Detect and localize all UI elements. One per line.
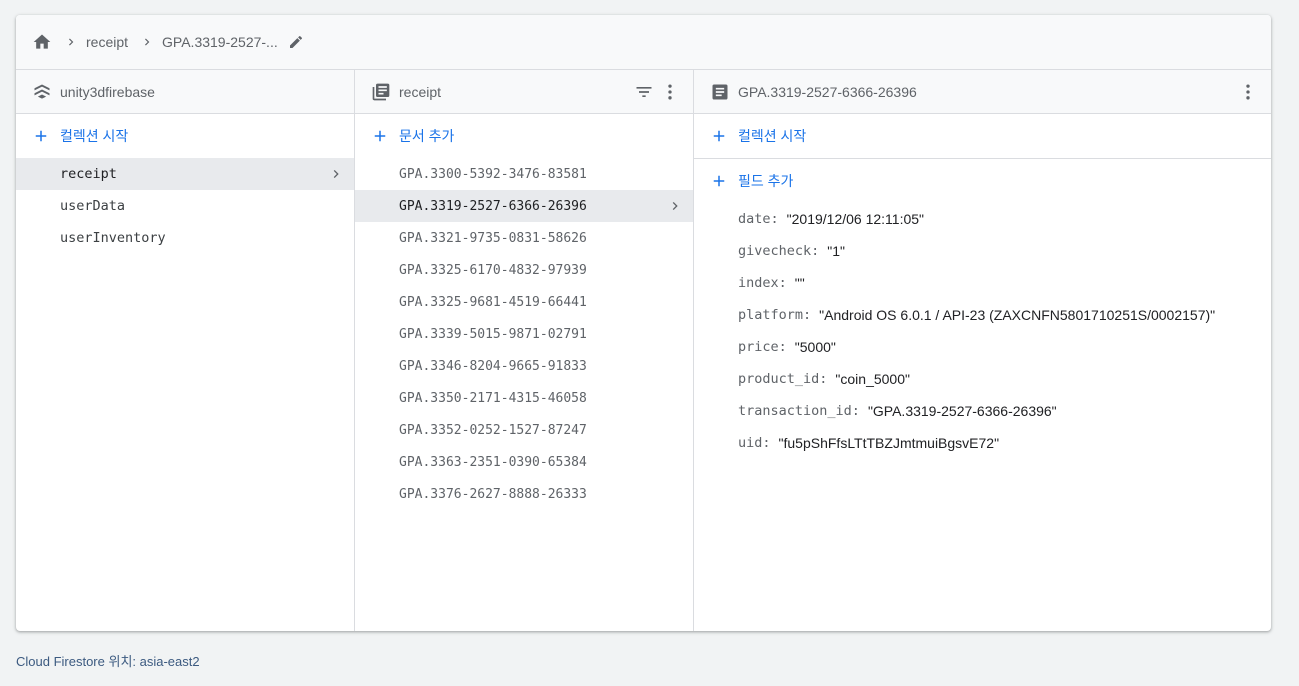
breadcrumb-item-collection[interactable]: receipt [86,34,128,50]
document-item[interactable]: GPA.3376-2627-8888-26333 [355,478,693,510]
document-id: GPA.3339-5015-9871-02791 [399,326,587,342]
project-column: unity3dfirebase 컬렉션 시작 receipt userData … [16,70,355,631]
field-row-platform[interactable]: platform: "Android OS 6.0.1 / API-23 (ZAX… [694,299,1271,331]
document-item[interactable]: GPA.3325-9681-4519-66441 [355,286,693,318]
add-field-label: 필드 추가 [738,173,794,189]
more-vert-icon[interactable] [659,81,681,103]
document-id: GPA.3350-2171-4315-46058 [399,390,587,406]
document-id: GPA.3325-6170-4832-97939 [399,262,587,278]
document-id: GPA.3300-5392-3476-83581 [399,166,587,182]
chevron-right-icon [667,198,683,214]
field-value: "GPA.3319-2527-6366-26396" [867,403,1057,419]
document-list: GPA.3300-5392-3476-83581 GPA.3319-2527-6… [355,158,693,510]
document-column: GPA.3319-2527-6366-26396 컬렉션 시작 필드 추가 da… [694,70,1271,631]
more-vert-icon[interactable] [1237,81,1259,103]
field-key: platform [738,307,804,323]
add-field-button[interactable]: 필드 추가 [694,159,1271,203]
document-id: GPA.3321-9735-0831-58626 [399,230,587,246]
document-item-selected[interactable]: GPA.3319-2527-6366-26396 [355,190,693,222]
field-value: "2019/12/06 12:11:05" [786,211,925,227]
document-title: GPA.3319-2527-6366-26396 [738,83,917,100]
project-title: unity3dfirebase [60,83,155,100]
field-key: index [738,275,779,291]
collection-item-label: userData [60,198,126,214]
chevron-right-icon [64,35,78,49]
document-icon [710,82,730,102]
collection-item-label: receipt [60,166,117,182]
collection-column: receipt 문서 추가 GPA.3300-5392-3476-83581 G… [355,70,694,631]
field-value: "1" [827,243,846,259]
field-row-product-id[interactable]: product_id: "coin_5000" [694,363,1271,395]
chevron-right-icon [140,35,154,49]
document-id: GPA.3346-8204-9665-91833 [399,358,587,374]
document-id: GPA.3376-2627-8888-26333 [399,486,587,502]
document-item[interactable]: GPA.3300-5392-3476-83581 [355,158,693,190]
firestore-icon [32,82,52,102]
document-item[interactable]: GPA.3350-2171-4315-46058 [355,382,693,414]
firestore-location-text: Cloud Firestore 위치: asia-east2 [16,654,200,669]
collection-column-header: receipt [355,70,693,114]
document-item[interactable]: GPA.3339-5015-9871-02791 [355,318,693,350]
field-key: date [738,211,771,227]
document-id: GPA.3352-0252-1527-87247 [399,422,587,438]
collection-item-userdata[interactable]: userData [16,190,354,222]
collection-item-receipt[interactable]: receipt [16,158,354,190]
plus-icon [32,127,50,145]
collection-list: receipt userData userInventory [16,158,354,254]
field-row-price[interactable]: price: "5000" [694,331,1271,363]
chevron-right-icon [328,166,344,182]
add-document-label: 문서 추가 [399,128,455,144]
field-value: "" [794,275,805,291]
field-value: "fu5pShFfsLTtTBZJmtmuiBgsvE72" [778,435,1000,451]
field-list: date: "2019/12/06 12:11:05" givecheck: "1"… [694,203,1271,459]
field-key: givecheck [738,243,812,259]
field-row-transaction-id[interactable]: transaction_id: "GPA.3319-2527-6366-26396… [694,395,1271,427]
start-subcollection-label: 컬렉션 시작 [738,128,807,144]
project-column-header: unity3dfirebase [16,70,354,114]
document-item[interactable]: GPA.3363-2351-0390-65384 [355,446,693,478]
plus-icon [371,127,389,145]
field-key: price [738,339,779,355]
document-id: GPA.3363-2351-0390-65384 [399,454,587,470]
field-value: "Android OS 6.0.1 / API-23 (ZAXCNFN58017… [819,307,1216,323]
field-value: "5000" [794,339,836,355]
breadcrumb-item-document[interactable]: GPA.3319-2527-... [162,34,278,50]
add-document-button[interactable]: 문서 추가 [355,114,693,158]
collection-item-userinventory[interactable]: userInventory [16,222,354,254]
start-collection-label: 컬렉션 시작 [60,128,129,144]
document-item[interactable]: GPA.3352-0252-1527-87247 [355,414,693,446]
plus-icon [710,127,728,145]
breadcrumb: receipt GPA.3319-2527-... [16,15,1271,70]
document-column-header: GPA.3319-2527-6366-26396 [694,70,1271,114]
document-item[interactable]: GPA.3321-9735-0831-58626 [355,222,693,254]
field-key: product_id [738,371,820,387]
field-key: transaction_id [738,403,852,419]
pencil-icon[interactable] [288,34,304,50]
document-item[interactable]: GPA.3325-6170-4832-97939 [355,254,693,286]
home-icon[interactable] [32,32,52,52]
start-collection-button[interactable]: 컬렉션 시작 [16,114,354,158]
field-key: uid [738,435,763,451]
field-value: "coin_5000" [835,371,910,387]
firestore-data-panel: receipt GPA.3319-2527-... unity3dfirebas… [16,15,1271,631]
document-id: GPA.3319-2527-6366-26396 [399,198,587,214]
collection-item-label: userInventory [60,230,166,246]
field-row-date[interactable]: date: "2019/12/06 12:11:05" [694,203,1271,235]
collection-title: receipt [399,83,442,100]
field-row-givecheck[interactable]: givecheck: "1" [694,235,1271,267]
document-id: GPA.3325-9681-4519-66441 [399,294,587,310]
start-subcollection-button[interactable]: 컬렉션 시작 [694,114,1271,159]
field-row-index[interactable]: index: "" [694,267,1271,299]
filter-icon[interactable] [633,81,655,103]
document-item[interactable]: GPA.3346-8204-9665-91833 [355,350,693,382]
plus-icon [710,172,728,190]
collection-icon [371,82,391,102]
field-row-uid[interactable]: uid: "fu5pShFfsLTtTBZJmtmuiBgsvE72" [694,427,1271,459]
